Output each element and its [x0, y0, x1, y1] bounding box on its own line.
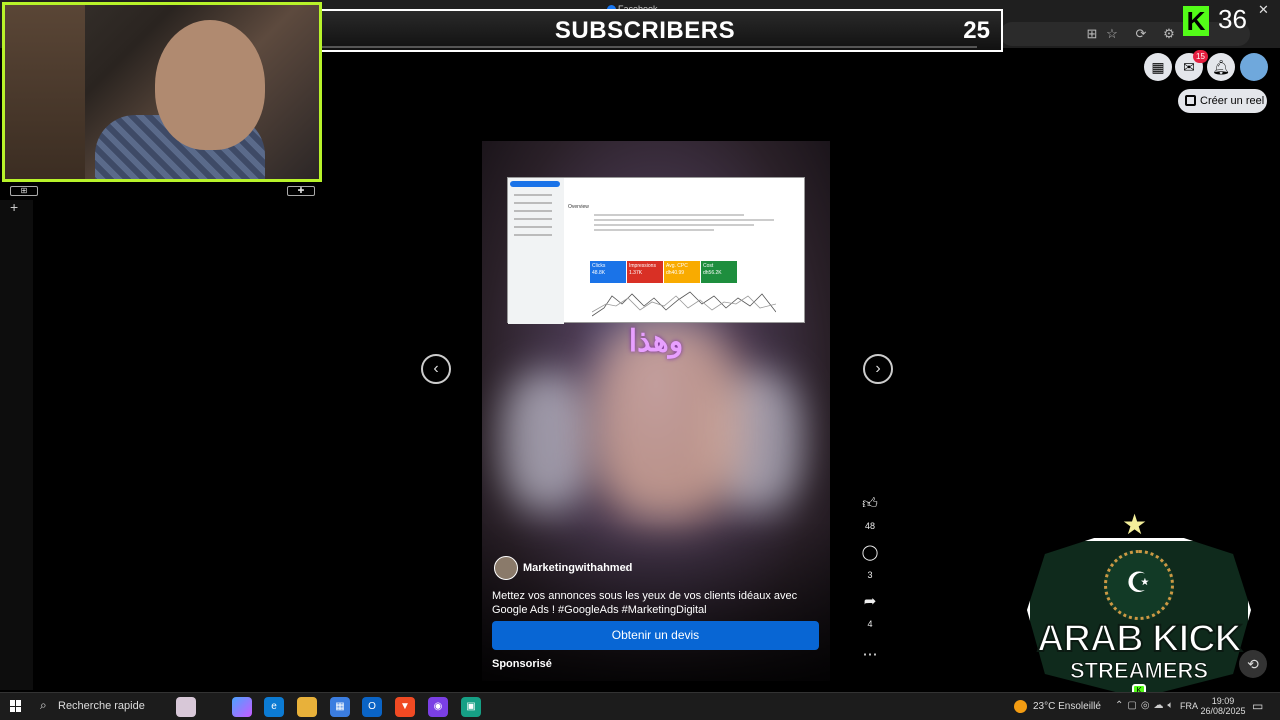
messenger-badge: 15	[1193, 50, 1208, 63]
ads-text-line	[594, 224, 754, 226]
webcam-overlay	[2, 2, 322, 182]
comment-icon[interactable]: ◯	[859, 542, 881, 564]
webcam-person-head	[155, 20, 265, 150]
weather-text[interactable]: 23°C Ensoleillé	[1033, 701, 1101, 712]
ads-text-line	[594, 219, 774, 221]
author-avatar[interactable]	[494, 556, 518, 580]
globe-icon: ◌	[623, 563, 629, 574]
notification-center-icon[interactable]: ▭	[1252, 699, 1263, 713]
language-indicator[interactable]: FRA	[1180, 701, 1198, 711]
share-count: 4	[867, 619, 873, 629]
kick-viewer-count: 36	[1218, 4, 1247, 34]
sponsored-label: Sponsorisé	[492, 658, 552, 670]
discord-icon[interactable]: ◉	[428, 697, 448, 717]
apps-menu-icon[interactable]: ▦	[1144, 53, 1172, 81]
windows-start-icon[interactable]	[10, 700, 22, 712]
ads-nav-line	[514, 226, 552, 228]
left-rail	[0, 200, 33, 690]
plus-icon[interactable]: +	[10, 199, 18, 215]
create-reel-button[interactable]: Créer un reel	[1178, 89, 1267, 113]
search-icon[interactable]: ⌕	[40, 698, 47, 713]
webcam-bookshelf	[5, 5, 85, 179]
ads-tile-cpc: Avg. CPC dh40.99	[664, 261, 700, 283]
ads-nav-line	[514, 210, 552, 212]
clock[interactable]: 19:09 26/08/2025	[1200, 696, 1246, 716]
author-name[interactable]: Marketingwithahmed	[523, 562, 632, 574]
like-count: 48	[864, 521, 875, 531]
webcam-right-icon: ✚	[287, 186, 315, 196]
ads-tile-impressions: Impressions 1.37K	[627, 261, 663, 283]
reel-description: Mettez vos annonces sous les yeux de vos…	[492, 590, 798, 616]
star-icon[interactable]: ☆	[1104, 26, 1120, 42]
edge-icon[interactable]: e	[264, 697, 284, 717]
share-icon[interactable]: ➦	[859, 591, 881, 613]
like-icon[interactable]: 👍︎	[859, 493, 881, 515]
refresh-icon[interactable]: ⟳	[1133, 26, 1149, 42]
outlook-icon[interactable]: O	[362, 697, 382, 717]
ads-tile-clicks: Clicks 48.8K	[590, 261, 626, 283]
star-icon: ★	[1122, 509, 1148, 540]
ads-sidebar	[508, 178, 564, 324]
ads-nav-line	[514, 194, 552, 196]
bottles-widget-icon[interactable]	[176, 697, 196, 717]
ads-nav-line	[514, 218, 552, 220]
ads-text-line	[594, 229, 714, 231]
clock-time: 19:09	[1211, 696, 1235, 706]
ads-tile-cost: Cost dh56.2K	[701, 261, 737, 283]
subscriber-goal: 25	[963, 17, 990, 44]
comment-count: 3	[867, 570, 873, 580]
kick-logo-icon: K	[1183, 6, 1209, 36]
google-ads-screenshot: Overview Clicks 48.8K Impressions 1.37K Av…	[507, 177, 805, 324]
settings-icon[interactable]: ⚙	[1161, 26, 1177, 42]
sun-icon	[1014, 700, 1027, 713]
crescent-star-icon: ☪	[1126, 567, 1152, 598]
more-options-icon[interactable]: ⋯	[859, 644, 881, 666]
ads-section-title: Overview	[568, 204, 589, 210]
windows-taskbar: ⌕ Recherche rapide e ▦ O ▼ ◉ ▣ 23°C Enso…	[0, 692, 1280, 720]
taskbar-search[interactable]: Recherche rapide	[58, 700, 145, 712]
window-close-icon[interactable]: ✕	[1258, 2, 1269, 18]
brave-icon[interactable]: ▼	[395, 697, 415, 717]
notifications-bell-icon[interactable]: 🔔︎	[1207, 53, 1235, 81]
badge-title: ARAB KICK	[1036, 617, 1243, 661]
address-bar[interactable]	[1000, 22, 1250, 46]
get-quote-button[interactable]: Obtenir un devis	[492, 621, 819, 650]
subscriber-progress-track	[313, 46, 977, 48]
app-icon[interactable]: ▣	[461, 697, 481, 717]
arab-kick-streamers-logo: ★ ☪ ARAB KICK STREAMERS K	[1022, 508, 1256, 700]
ads-line-chart	[592, 291, 776, 317]
subscriber-goal-bar: 0 SUBSCRIBERS 25	[287, 9, 1003, 52]
ads-nav-line	[514, 202, 552, 204]
ads-nav-line	[514, 234, 552, 236]
file-explorer-icon[interactable]	[297, 697, 317, 717]
reel-blur-left	[502, 371, 592, 511]
create-reel-label: Créer un reel	[1200, 95, 1265, 107]
badge-subtitle: STREAMERS	[1069, 658, 1209, 684]
clock-date: 26/08/2025	[1200, 706, 1246, 716]
reel-icon	[1185, 95, 1196, 106]
previous-reel-button[interactable]: ‹	[421, 354, 451, 384]
extensions-icon[interactable]: ⊞	[1084, 26, 1100, 42]
reel-subtitle: وهذا	[628, 325, 684, 358]
profile-avatar[interactable]	[1240, 53, 1268, 81]
store-icon[interactable]: ▦	[330, 697, 350, 717]
next-reel-button[interactable]: ›	[863, 354, 893, 384]
mute-icon[interactable]: ⟲	[1239, 650, 1267, 678]
system-tray-icons[interactable]: ⌃▢◎☁🔈︎	[1115, 700, 1178, 711]
ads-text-line	[594, 214, 744, 216]
webcam-left-icon: ⊞	[10, 186, 38, 196]
subscriber-title: SUBSCRIBERS	[554, 17, 736, 44]
copilot-icon[interactable]	[232, 697, 252, 717]
ads-nav-selected	[510, 181, 560, 187]
